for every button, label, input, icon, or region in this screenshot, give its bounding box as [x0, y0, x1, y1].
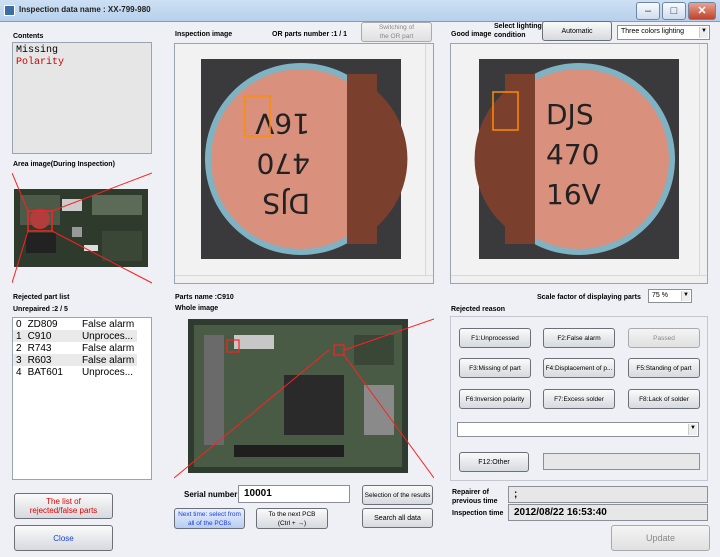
- f5-standing-part-button[interactable]: F5:Standing of part: [628, 358, 700, 378]
- table-cell-index: 1: [13, 330, 25, 342]
- inspection-chip-line-2: 470: [257, 147, 310, 180]
- next-time-select-button[interactable]: Next time: select from all of the PCBs: [174, 508, 245, 529]
- area-image: [11, 171, 153, 285]
- table-cell-part: ZD809: [27, 318, 58, 330]
- contents-box: Missing Polarity: [12, 42, 152, 154]
- table-cell-status: False alarm: [78, 354, 138, 366]
- contents-line-missing: Missing: [16, 45, 59, 56]
- inspection-image: DJS 470 16V: [201, 59, 408, 259]
- good-image-panel: DJS 470 16V: [450, 43, 708, 284]
- whole-image-label: Whole image: [175, 305, 219, 312]
- minimize-icon[interactable]: –: [636, 2, 660, 20]
- window-title: Inspection data name : XX-799-980: [19, 5, 151, 14]
- f6-inversion-polarity-button[interactable]: F6:Inversion polarity: [459, 389, 531, 409]
- f12-other-button[interactable]: F12:Other: [459, 452, 529, 472]
- table-cell-index: 4: [16, 366, 22, 378]
- table-cell-index: 3: [13, 354, 25, 366]
- f8-lack-solder-button[interactable]: F8:Lack of solder: [628, 389, 700, 409]
- inspection-time-label: Inspection time: [452, 510, 504, 517]
- inspection-chip-line-3: 16V: [255, 107, 310, 140]
- reason-select[interactable]: ▼: [457, 422, 699, 437]
- good-image-label: Good image: [451, 31, 492, 38]
- scale-label: Scale factor of displaying parts: [537, 294, 641, 301]
- f2-false-alarm-button[interactable]: F2:False alarm: [543, 328, 615, 348]
- table-row[interactable]: 3 R603 False alarm: [13, 354, 138, 366]
- repairer-field: ;: [508, 486, 708, 503]
- serial-number-field[interactable]: 10001: [238, 485, 350, 503]
- table-cell-status: False alarm: [81, 342, 135, 354]
- rejected-list-label: Rejected part list: [13, 294, 70, 301]
- close-button[interactable]: Close: [14, 525, 113, 551]
- good-chip-line-3: 16V: [546, 178, 601, 211]
- inspection-image-panel: DJS 470 16V: [174, 43, 434, 284]
- table-cell-index: 0: [16, 318, 22, 330]
- search-all-data-button[interactable]: Search all data: [362, 508, 433, 528]
- good-chip-line-2: 470: [546, 138, 599, 171]
- table-cell-status: Unproces...: [81, 366, 134, 378]
- or-parts-number: OR parts number :1 / 1: [272, 31, 348, 38]
- rejected-part-list[interactable]: 0 ZD809 False alarm 1 C910 Unproces... 2 R743 Fa…: [12, 317, 152, 480]
- inspection-image-label: Inspection image: [175, 31, 233, 38]
- chevron-down-icon: ▼: [688, 424, 697, 435]
- table-cell-status: Unproces...: [78, 330, 138, 342]
- update-button[interactable]: Update: [611, 525, 710, 551]
- table-cell-part: C910: [24, 330, 79, 342]
- table-row[interactable]: 2 R743 False alarm: [13, 342, 137, 354]
- lighting-select[interactable]: Three colors lighting ▼: [617, 25, 710, 40]
- inspection-chip-line-1: DJS: [262, 187, 310, 220]
- f1-unprocessed-button[interactable]: F1:Unprocessed: [459, 328, 531, 348]
- rejected-reason-label: Rejected reason: [451, 306, 506, 313]
- chevron-down-icon: ▼: [699, 27, 708, 38]
- selection-results-button[interactable]: Selection of the results: [362, 485, 433, 505]
- area-image-label: Area image(During Inspection): [13, 161, 115, 168]
- inspection-hscroll[interactable]: [175, 275, 433, 283]
- scale-select[interactable]: 75 % ▼: [648, 289, 692, 303]
- good-chip-line-1: DJS: [546, 98, 594, 131]
- f3-missing-part-button[interactable]: F3:Missing of part: [459, 358, 531, 378]
- next-pcb-button[interactable]: To the next PCB (Ctrl + →): [256, 508, 328, 529]
- rejected-list-button[interactable]: The list of rejected/false parts: [14, 493, 113, 519]
- inspection-time-field: 2012/08/22 16:53:40: [508, 504, 708, 521]
- maximize-icon[interactable]: □: [662, 2, 686, 20]
- whole-image: [173, 315, 435, 480]
- chevron-down-icon: ▼: [681, 291, 690, 301]
- switch-or-part-button[interactable]: Switching of the OR part: [361, 22, 432, 42]
- passed-button[interactable]: Passed: [628, 328, 700, 348]
- automatic-button[interactable]: Automatic: [542, 21, 612, 41]
- f7-excess-solder-button[interactable]: F7:Excess solder: [543, 389, 615, 409]
- contents-line-polarity: Polarity: [16, 57, 65, 68]
- parts-name: Parts name :C910: [175, 294, 234, 301]
- app-icon: [4, 5, 15, 16]
- lighting-label: Select lighting condition: [494, 23, 542, 39]
- good-hscroll[interactable]: [451, 275, 707, 283]
- f4-displacement-button[interactable]: F4:Displacement of p...: [543, 358, 615, 378]
- table-cell-status: False alarm: [81, 318, 135, 330]
- rejected-part-table[interactable]: 0 ZD809 False alarm 1 C910 Unproces... 2 R743 Fa…: [13, 318, 138, 378]
- good-vscroll[interactable]: [699, 44, 707, 275]
- table-cell-part: R743: [27, 342, 52, 354]
- serial-label: Serial number: [184, 490, 238, 499]
- table-row[interactable]: 1 C910 Unproces...: [13, 330, 138, 342]
- table-row[interactable]: 4 BAT601 Unproces...: [13, 366, 137, 378]
- table-row[interactable]: 0 ZD809 False alarm: [13, 318, 137, 330]
- contents-label: Contents: [13, 33, 44, 40]
- table-cell-index: 2: [16, 342, 22, 354]
- scale-select-value: 75 %: [652, 292, 668, 299]
- lighting-select-value: Three colors lighting: [621, 28, 685, 35]
- title-bar: Inspection data name : XX-799-980 – □ ✕: [0, 0, 720, 22]
- table-cell-part: R603: [24, 354, 79, 366]
- repairer-label: Repairer of previous time: [452, 489, 498, 505]
- table-cell-part: BAT601: [27, 366, 63, 378]
- other-reason-field[interactable]: [543, 453, 700, 470]
- inspection-vscroll[interactable]: [425, 44, 433, 275]
- good-image: DJS 470 16V: [474, 59, 679, 259]
- close-icon[interactable]: ✕: [688, 2, 716, 20]
- unrepaired-count: Unrepaired :2 / 5: [13, 306, 68, 313]
